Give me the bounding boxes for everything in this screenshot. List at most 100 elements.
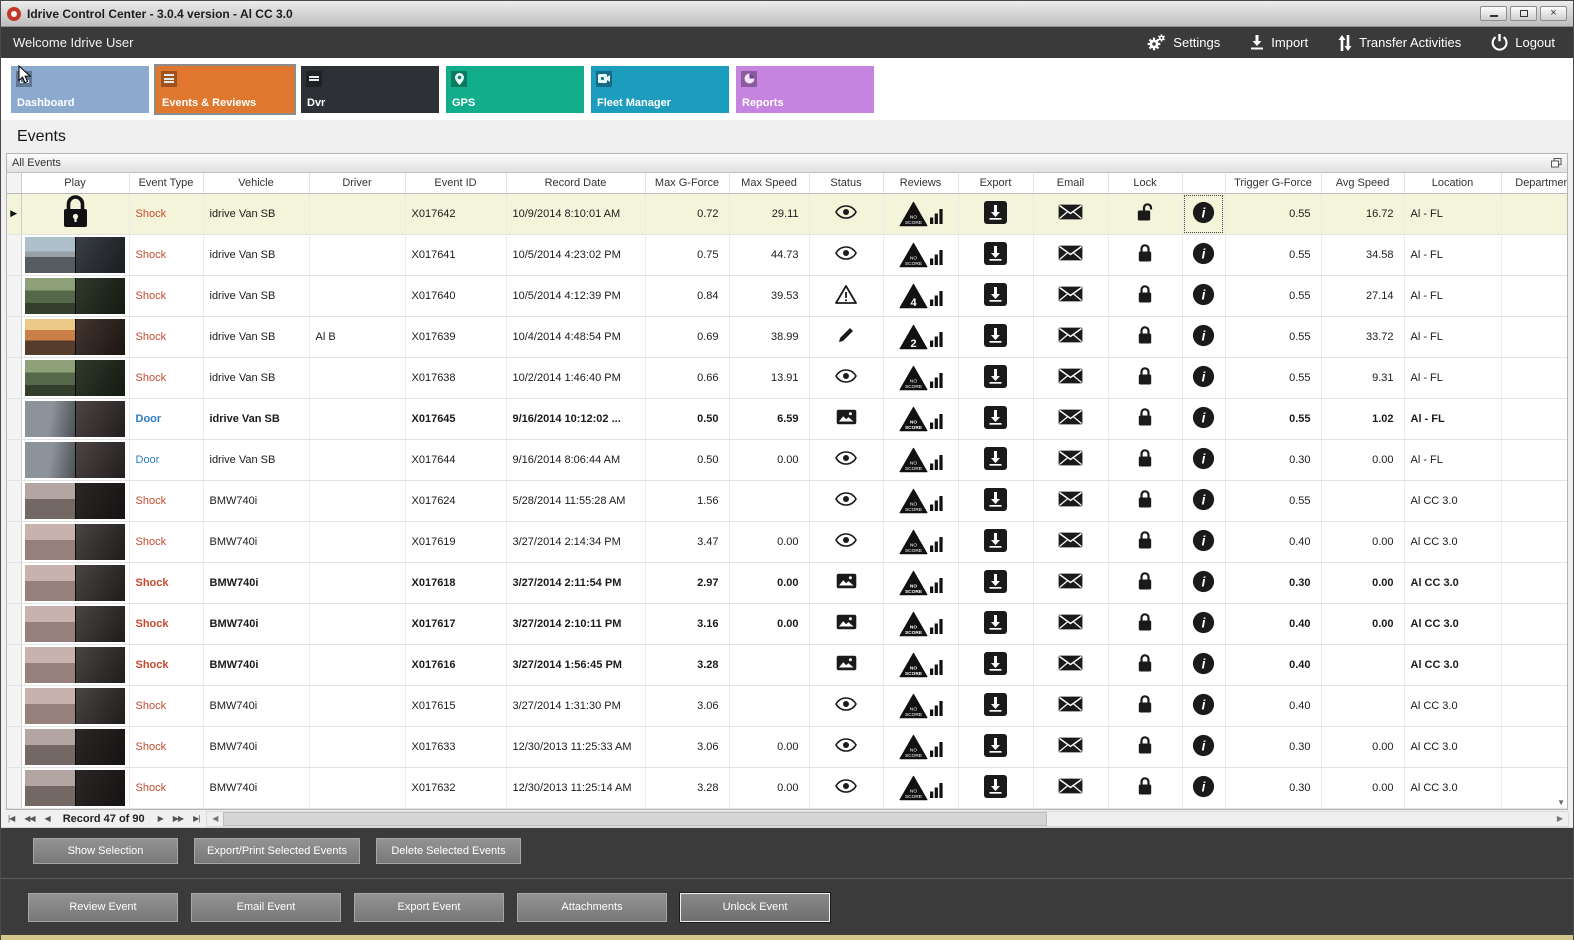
status-cell[interactable] <box>809 316 884 358</box>
export-cell[interactable] <box>958 234 1034 276</box>
export-download-icon[interactable] <box>984 405 1007 429</box>
info-cell[interactable]: i <box>1182 357 1226 399</box>
play-cell[interactable] <box>21 275 130 317</box>
email-cell[interactable] <box>1033 193 1109 235</box>
locked-icon[interactable] <box>1137 653 1153 673</box>
export-cell[interactable] <box>958 603 1034 645</box>
unlock-event-button[interactable]: Unlock Event <box>680 892 830 922</box>
info-icon[interactable]: i <box>1192 570 1215 593</box>
reviews-cell[interactable]: NO SCORE <box>883 562 959 604</box>
locked-icon[interactable] <box>1137 612 1153 632</box>
export-cell[interactable] <box>958 193 1034 235</box>
info-icon[interactable]: i <box>1192 488 1215 511</box>
column-header[interactable]: Reviews <box>883 173 959 194</box>
column-header[interactable]: Lock <box>1108 173 1183 194</box>
tile-events-reviews[interactable]: Events & Reviews <box>156 65 294 113</box>
status-cell[interactable] <box>809 521 884 563</box>
lock-cell[interactable] <box>1108 521 1183 563</box>
reviews-cell[interactable]: NO SCORE <box>883 480 959 522</box>
event-row[interactable]: Shock BMW740i X017632 12/30/2013 11:25:14 A… <box>7 767 1567 809</box>
info-cell[interactable]: i <box>1182 275 1226 317</box>
email-envelope-icon[interactable] <box>1058 491 1083 507</box>
lock-cell[interactable] <box>1108 193 1183 235</box>
scroll-left-icon[interactable]: ◀ <box>207 814 223 823</box>
reviews-cell[interactable]: NO SCORE <box>883 357 959 399</box>
nav-prev-page-button[interactable]: ◀◀ <box>21 814 37 823</box>
info-cell[interactable]: i <box>1182 193 1226 235</box>
info-cell[interactable]: i <box>1182 521 1226 563</box>
column-header[interactable]: Record Date <box>506 173 646 194</box>
status-cell[interactable] <box>809 480 884 522</box>
event-video-thumbnail[interactable] <box>25 564 125 601</box>
email-envelope-icon[interactable] <box>1058 409 1083 425</box>
event-row[interactable]: Shock BMW740i X017617 3/27/2014 2:10:11 PM 3… <box>7 603 1567 645</box>
status-cell[interactable] <box>809 275 884 317</box>
event-row[interactable]: Shock BMW740i X017616 3/27/2014 1:56:45 PM 3… <box>7 644 1567 686</box>
event-row[interactable]: Door idrive Van SB X017644 9/16/2014 8:06:4… <box>7 439 1567 481</box>
maximize-button[interactable] <box>1510 6 1537 21</box>
lock-cell[interactable] <box>1108 726 1183 768</box>
reviews-cell[interactable]: NO SCORE <box>883 521 959 563</box>
tile-dvr[interactable]: Dvr <box>301 65 439 113</box>
email-cell[interactable] <box>1033 439 1109 481</box>
column-header[interactable]: Trigger G-Force <box>1225 173 1322 194</box>
email-cell[interactable] <box>1033 562 1109 604</box>
info-icon[interactable]: i <box>1192 775 1215 798</box>
export-print-selected-events-button[interactable]: Export/Print Selected Events <box>194 838 361 864</box>
locked-event-icon[interactable] <box>61 194 90 230</box>
event-row[interactable]: Shock BMW740i X017615 3/27/2014 1:31:30 PM 3… <box>7 685 1567 727</box>
export-cell[interactable] <box>958 357 1034 399</box>
reviews-cell[interactable]: 2 <box>883 316 959 358</box>
locked-icon[interactable] <box>1137 325 1153 345</box>
info-cell[interactable]: i <box>1182 603 1226 645</box>
reviews-cell[interactable]: NO SCORE <box>883 398 959 440</box>
email-cell[interactable] <box>1033 726 1109 768</box>
column-header[interactable]: Driver <box>309 173 406 194</box>
reviews-cell[interactable]: NO SCORE <box>883 603 959 645</box>
export-cell[interactable] <box>958 398 1034 440</box>
locked-icon[interactable] <box>1137 366 1153 386</box>
play-cell[interactable] <box>21 193 130 235</box>
lock-cell[interactable] <box>1108 685 1183 727</box>
lock-cell[interactable] <box>1108 234 1183 276</box>
info-cell[interactable]: i <box>1182 480 1226 522</box>
email-envelope-icon[interactable] <box>1058 368 1083 384</box>
export-download-icon[interactable] <box>984 610 1007 634</box>
minimize-button[interactable] <box>1480 6 1507 21</box>
column-header[interactable]: Export <box>958 173 1034 194</box>
status-cell[interactable] <box>809 644 884 686</box>
locked-icon[interactable] <box>1137 407 1153 427</box>
reviews-cell[interactable]: NO SCORE <box>883 767 959 809</box>
export-download-icon[interactable] <box>984 569 1007 593</box>
event-row[interactable]: Shock idrive Van SB X017638 10/2/2014 1:46:… <box>7 357 1567 399</box>
export-cell[interactable] <box>958 644 1034 686</box>
export-download-icon[interactable] <box>984 528 1007 552</box>
reviews-cell[interactable]: NO SCORE <box>883 193 959 235</box>
column-header[interactable]: Avg Speed <box>1321 173 1405 194</box>
column-header[interactable]: Vehicle <box>203 173 310 194</box>
email-envelope-icon[interactable] <box>1058 450 1083 466</box>
status-cell[interactable] <box>809 357 884 399</box>
event-video-thumbnail[interactable] <box>25 441 125 478</box>
play-cell[interactable] <box>21 603 130 645</box>
email-cell[interactable] <box>1033 521 1109 563</box>
unlocked-icon[interactable] <box>1136 202 1155 222</box>
locked-icon[interactable] <box>1137 284 1153 304</box>
status-cell[interactable] <box>809 603 884 645</box>
export-download-icon[interactable] <box>984 446 1007 470</box>
email-envelope-icon[interactable] <box>1058 614 1083 630</box>
attachments-button[interactable]: Attachments <box>517 892 667 922</box>
maximize-grid-icon[interactable] <box>1551 158 1562 168</box>
locked-icon[interactable] <box>1137 448 1153 468</box>
event-row[interactable]: Shock idrive Van SB Al B X017639 10/4/2014 4… <box>7 316 1567 358</box>
email-envelope-icon[interactable] <box>1058 737 1083 753</box>
event-video-thumbnail[interactable] <box>25 523 125 560</box>
export-cell[interactable] <box>958 275 1034 317</box>
play-cell[interactable] <box>21 234 130 276</box>
reviews-cell[interactable]: NO SCORE <box>883 685 959 727</box>
event-video-thumbnail[interactable] <box>25 728 125 765</box>
lock-cell[interactable] <box>1108 480 1183 522</box>
event-video-thumbnail[interactable] <box>25 605 125 642</box>
tile-gps[interactable]: GPS <box>446 65 584 113</box>
column-header[interactable]: Play <box>21 173 130 194</box>
